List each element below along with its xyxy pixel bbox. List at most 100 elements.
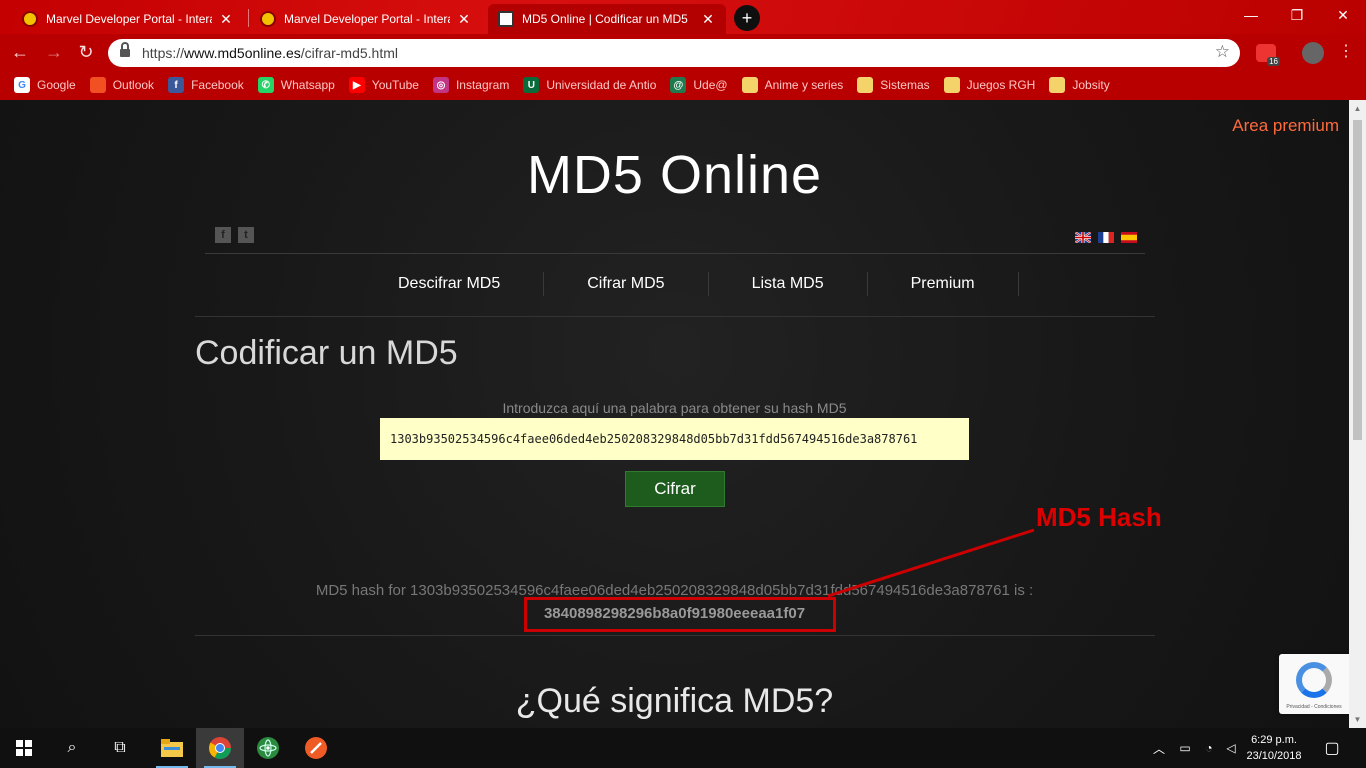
lock-icon (120, 42, 130, 59)
close-window-button[interactable]: ✕ (1320, 0, 1366, 30)
clock-time: 6:29 p.m. (1251, 734, 1297, 746)
nav-divider (195, 316, 1155, 317)
bookmark-icon: @ (670, 77, 687, 93)
bookmark-label: Instagram (455, 78, 510, 92)
bookmark-outlook[interactable]: Outlook (89, 77, 155, 93)
action-center-icon[interactable]: ▢ (1308, 728, 1356, 768)
bookmark-label: Juegos RGH (966, 78, 1036, 92)
scrollbar-thumb[interactable] (1353, 120, 1362, 440)
new-tab-button[interactable]: + (734, 5, 760, 31)
uk-flag-icon[interactable] (1075, 232, 1091, 243)
header-divider (205, 253, 1145, 254)
bookmark-icon (1049, 77, 1066, 93)
show-hidden-icons-chevron-icon[interactable]: ︿ (1152, 740, 1166, 757)
bookmark-ude-[interactable]: @ Ude@ (670, 77, 728, 93)
cifrar-button[interactable]: Cifrar (625, 471, 725, 507)
menu-dots-icon[interactable]: ⋮ (1336, 42, 1356, 62)
bookmark-jobsity[interactable]: Jobsity (1049, 77, 1110, 93)
recaptcha-logo-icon (1296, 662, 1332, 698)
tab-close-icon[interactable]: ✕ (456, 11, 472, 27)
annotation-arrow-line (827, 528, 1035, 598)
wifi-icon[interactable]: ◔ (1200, 741, 1218, 755)
main-nav: Descifrar MD5 Cifrar MD5 Lista MD5 Premi… (355, 272, 1019, 296)
nav-descifrar-md5[interactable]: Descifrar MD5 (355, 272, 545, 296)
reload-icon[interactable]: ↻ (76, 42, 96, 62)
nav-lista-md5[interactable]: Lista MD5 (709, 272, 868, 296)
bookmark-label: Google (37, 78, 76, 92)
bookmark-juegos-rgh[interactable]: Juegos RGH (943, 77, 1036, 93)
profile-avatar[interactable] (1302, 42, 1324, 64)
tab-md5-online[interactable]: MD5 Online | Codificar un MD5 ✕ (488, 4, 726, 34)
facebook-icon[interactable]: f (215, 227, 231, 243)
france-flag-icon[interactable] (1098, 232, 1114, 243)
bookmark-label: Universidad de Antio (546, 78, 657, 92)
system-tray: ︿ ▭ ◔ ◁ (1152, 728, 1240, 768)
taskbar-clock[interactable]: 6:29 p.m. 23/10/2018 (1243, 732, 1305, 764)
browser-titlebar: Marvel Developer Portal - Interac ✕ Marv… (0, 0, 1366, 34)
forward-arrow-icon[interactable]: → (44, 42, 64, 62)
tab-title: MD5 Online | Codificar un MD5 (522, 12, 688, 26)
page-scrollbar[interactable]: ▲ ▼ (1349, 100, 1366, 728)
bookmark-icon: ◎ (432, 77, 449, 93)
file-explorer-icon[interactable] (148, 728, 196, 768)
nav-premium[interactable]: Premium (868, 272, 1019, 296)
bookmark-icon: U (523, 77, 540, 93)
ironman-favicon-icon (22, 11, 38, 27)
word-input[interactable] (380, 418, 969, 460)
bookmark-icon (89, 77, 106, 93)
browser-toolbar: ← → ↻ https://www.md5online.es/cifrar-md… (0, 34, 1366, 70)
bookmark-sistemas[interactable]: Sistemas (857, 77, 930, 93)
tab-close-icon[interactable]: ✕ (700, 11, 716, 27)
scroll-up-arrow-icon[interactable]: ▲ (1349, 100, 1366, 117)
bookmarks-bar: G Google Outlook f Facebook ✆ Whatsapp ▶ YouTube… (0, 70, 1366, 100)
bookmark-whatsapp[interactable]: ✆ Whatsapp (257, 77, 335, 93)
page-heading: Codificar un MD5 (195, 334, 458, 372)
tab-title: Marvel Developer Portal - Interac (46, 12, 212, 26)
recaptcha-badge[interactable]: Privacidad - Condiciones (1279, 654, 1349, 714)
tab-close-icon[interactable]: ✕ (218, 11, 234, 27)
back-arrow-icon[interactable]: ← (10, 42, 30, 62)
bookmark-icon (943, 77, 960, 93)
bookmark-label: Ude@ (693, 78, 728, 92)
bookmark-instagram[interactable]: ◎ Instagram (432, 77, 510, 93)
task-view-icon[interactable]: ⧉ (96, 728, 144, 768)
scroll-down-arrow-icon[interactable]: ▼ (1349, 711, 1366, 728)
bookmark-anime-y-series[interactable]: Anime y series (741, 77, 843, 93)
tab-marvel-2[interactable]: Marvel Developer Portal - Interac ✕ (250, 4, 482, 34)
area-premium-link[interactable]: Area premium (1232, 116, 1339, 136)
bookmark-label: Sistemas (880, 78, 930, 92)
bookmark-facebook[interactable]: f Facebook (168, 77, 244, 93)
extension-icon[interactable]: 16 (1256, 44, 1280, 66)
postman-taskbar-icon[interactable] (292, 728, 340, 768)
clock-date: 23/10/2018 (1246, 750, 1302, 762)
bookmark-icon: ✆ (257, 77, 274, 93)
tab-divider (248, 9, 249, 27)
battery-icon[interactable]: ▭ (1174, 741, 1196, 755)
annotation-highlight-box (524, 597, 836, 632)
address-bar[interactable]: https://www.md5online.es/cifrar-md5.html… (108, 39, 1240, 67)
twitter-icon[interactable]: t (238, 227, 254, 243)
web-page: Area premium MD5 Online f t Descifrar MD… (0, 100, 1349, 728)
bookmark-youtube[interactable]: ▶ YouTube (348, 77, 419, 93)
search-icon[interactable]: ⌕ (48, 728, 96, 768)
minimize-button[interactable]: — (1228, 0, 1274, 30)
atom-taskbar-icon[interactable] (244, 728, 292, 768)
bookmark-google[interactable]: G Google (14, 77, 76, 93)
tab-marvel-1[interactable]: Marvel Developer Portal - Interac ✕ (12, 4, 244, 34)
bookmark-star-icon[interactable]: ☆ (1215, 42, 1230, 62)
result-divider (195, 635, 1155, 636)
bookmark-universidad-de-antio[interactable]: U Universidad de Antio (523, 77, 656, 93)
start-button[interactable] (0, 728, 48, 768)
annotation-label: MD5 Hash (1036, 502, 1162, 532)
volume-icon[interactable]: ◁ (1222, 741, 1240, 755)
tab-title: Marvel Developer Portal - Interac (284, 12, 450, 26)
page-favicon-icon (498, 11, 514, 27)
bookmark-icon (741, 77, 758, 93)
maximize-button[interactable]: ❐ (1274, 0, 1320, 30)
chrome-taskbar-icon[interactable] (196, 728, 244, 768)
nav-cifrar-md5[interactable]: Cifrar MD5 (544, 272, 709, 296)
spain-flag-icon[interactable] (1121, 232, 1137, 243)
section-title: ¿Qué significa MD5? (515, 682, 834, 720)
bookmark-label: Outlook (112, 78, 155, 92)
bookmark-label: YouTube (371, 78, 419, 92)
